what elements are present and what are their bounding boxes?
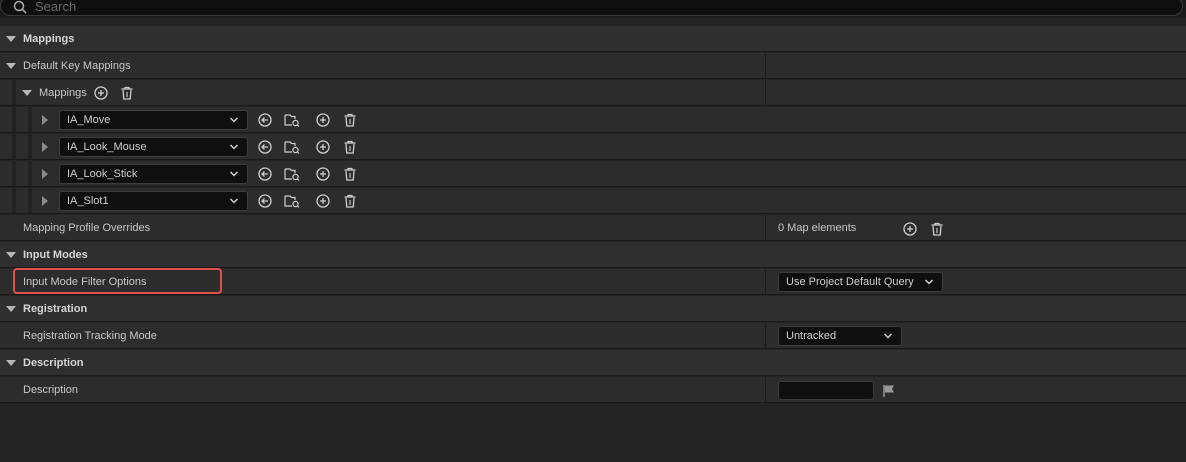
browse-folder-icon[interactable]: [284, 167, 300, 181]
category-registration[interactable]: Registration: [0, 296, 1186, 322]
browse-folder-icon[interactable]: [284, 113, 300, 127]
collapse-arrow-icon[interactable]: [6, 306, 16, 312]
chevron-down-icon: [230, 117, 238, 123]
collapse-arrow-icon[interactable]: [6, 360, 16, 366]
property-label: Mappings: [39, 87, 87, 99]
expand-arrow-icon[interactable]: [42, 115, 48, 125]
property-label: Mapping Profile Overrides: [23, 222, 151, 234]
action-dropdown[interactable]: IA_Move: [59, 110, 248, 130]
column-divider[interactable]: [765, 377, 766, 402]
property-label: Registration Tracking Mode: [23, 330, 157, 342]
map-elements-count: 0 Map elements: [778, 222, 857, 234]
chevron-down-icon: [230, 144, 238, 150]
indent-guide: [28, 161, 32, 186]
trash-icon[interactable]: [343, 113, 357, 127]
insert-icon[interactable]: [316, 167, 330, 181]
use-selected-icon[interactable]: [258, 140, 272, 154]
mapping-row[interactable]: IA_Move: [0, 107, 1186, 133]
add-element-icon[interactable]: [903, 222, 917, 236]
indent-guide: [12, 161, 16, 186]
collapse-arrow-icon[interactable]: [6, 36, 16, 42]
category-label: Input Modes: [23, 249, 88, 261]
indent-guide: [12, 134, 16, 159]
action-dropdown-value: IA_Slot1: [67, 195, 109, 207]
expand-arrow-icon[interactable]: [42, 169, 48, 179]
flag-icon[interactable]: [882, 384, 896, 398]
row-mapping-profile-overrides[interactable]: Mapping Profile Overrides 0 Map elements: [0, 215, 1186, 241]
trash-icon[interactable]: [120, 86, 134, 100]
insert-icon[interactable]: [316, 113, 330, 127]
action-dropdown[interactable]: IA_Look_Mouse: [59, 137, 248, 157]
search-box[interactable]: [0, 0, 1183, 16]
category-label: Description: [23, 357, 84, 369]
action-dropdown[interactable]: IA_Look_Stick: [59, 164, 248, 184]
category-label: Mappings: [23, 33, 75, 45]
action-dropdown-value: IA_Look_Stick: [67, 168, 138, 180]
insert-icon[interactable]: [316, 194, 330, 208]
category-input-modes[interactable]: Input Modes: [0, 242, 1186, 268]
column-divider[interactable]: [765, 80, 766, 105]
browse-folder-icon[interactable]: [284, 194, 300, 208]
use-selected-icon[interactable]: [258, 194, 272, 208]
row-description[interactable]: Description: [0, 377, 1186, 403]
column-divider[interactable]: [765, 53, 766, 78]
mapping-row[interactable]: IA_Look_Stick: [0, 161, 1186, 187]
search-icon: [13, 0, 27, 14]
input-mode-filter-dropdown[interactable]: Use Project Default Query: [778, 272, 943, 292]
collapse-arrow-icon[interactable]: [6, 252, 16, 258]
row-registration-tracking-mode[interactable]: Registration Tracking Mode Untracked: [0, 323, 1186, 349]
expand-arrow-icon[interactable]: [42, 142, 48, 152]
column-divider[interactable]: [765, 215, 766, 240]
column-divider[interactable]: [765, 323, 766, 348]
dropdown-value: Untracked: [786, 330, 837, 342]
property-label: Default Key Mappings: [23, 60, 131, 72]
trash-icon[interactable]: [343, 140, 357, 154]
registration-tracking-dropdown[interactable]: Untracked: [778, 326, 902, 346]
trash-icon[interactable]: [343, 194, 357, 208]
collapse-arrow-icon[interactable]: [6, 63, 16, 69]
add-element-icon[interactable]: [94, 86, 108, 100]
row-mappings-array[interactable]: Mappings: [0, 80, 1186, 106]
indent-guide: [12, 188, 16, 213]
description-input[interactable]: [778, 381, 874, 400]
category-label: Registration: [23, 303, 88, 315]
highlight-box: [13, 268, 222, 294]
collapse-arrow-icon[interactable]: [22, 90, 32, 96]
indent-guide: [28, 134, 32, 159]
search-input[interactable]: [35, 0, 635, 14]
mapping-row[interactable]: IA_Slot1: [0, 188, 1186, 214]
trash-icon[interactable]: [930, 222, 944, 236]
chevron-down-icon: [230, 198, 238, 204]
use-selected-icon[interactable]: [258, 167, 272, 181]
property-label: Description: [23, 384, 79, 396]
dropdown-value: Use Project Default Query: [786, 276, 914, 288]
browse-folder-icon[interactable]: [284, 140, 300, 154]
mapping-row[interactable]: IA_Look_Mouse: [0, 134, 1186, 160]
chevron-down-icon: [925, 279, 933, 285]
chevron-down-icon: [230, 171, 238, 177]
indent-guide: [28, 188, 32, 213]
category-mappings[interactable]: Mappings: [0, 26, 1186, 52]
insert-icon[interactable]: [316, 140, 330, 154]
search-bar: [0, 0, 1186, 18]
use-selected-icon[interactable]: [258, 113, 272, 127]
indent-guide: [12, 107, 16, 132]
trash-icon[interactable]: [343, 167, 357, 181]
column-divider[interactable]: [765, 269, 766, 294]
action-dropdown-value: IA_Move: [67, 114, 111, 126]
chevron-down-icon: [884, 333, 892, 339]
action-dropdown-value: IA_Look_Mouse: [67, 141, 147, 153]
category-description[interactable]: Description: [0, 350, 1186, 376]
indent-guide: [28, 107, 32, 132]
row-default-key-mappings[interactable]: Default Key Mappings: [0, 53, 1186, 79]
indent-guide: [12, 80, 16, 105]
action-dropdown[interactable]: IA_Slot1: [59, 191, 248, 211]
expand-arrow-icon[interactable]: [42, 196, 48, 206]
